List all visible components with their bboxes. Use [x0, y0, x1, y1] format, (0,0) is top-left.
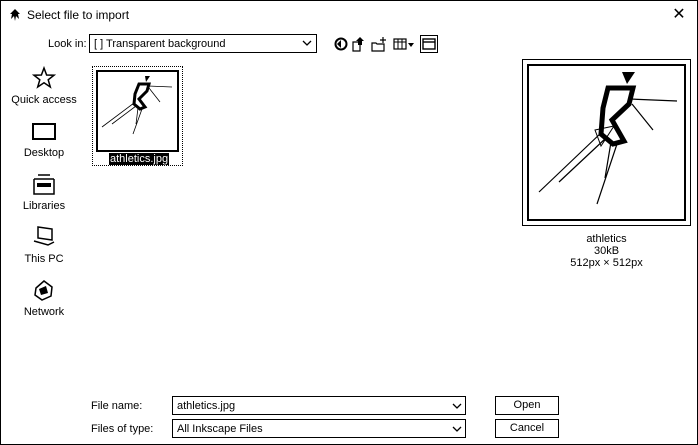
cancel-button[interactable]: Cancel	[495, 419, 559, 438]
file-type-field-label: Files of type:	[91, 423, 154, 435]
import-dialog: Select file to import ✕ Look in: [ ] Tra…	[0, 0, 698, 445]
chevron-down-icon	[452, 403, 462, 409]
look-in-dropdown[interactable]: [ ] Transparent background	[89, 34, 317, 53]
file-type-dropdown[interactable]: All Inkscape Files	[172, 419, 466, 438]
file-name-field-label: File name:	[91, 400, 143, 412]
view-menu-icon[interactable]	[392, 35, 416, 53]
close-button[interactable]: ✕	[669, 5, 689, 25]
athletics-thumbnail-image	[101, 76, 173, 135]
place-network[interactable]: Network	[9, 275, 79, 327]
preview-toggle-icon[interactable]	[420, 35, 438, 53]
new-folder-icon[interactable]	[370, 35, 388, 53]
star-icon	[32, 65, 56, 89]
place-quick-access[interactable]: Quick access	[9, 63, 79, 115]
place-label: Desktop	[23, 147, 65, 159]
computer-icon	[33, 226, 55, 246]
preview-dimensions: 512px × 512px	[570, 257, 643, 269]
place-desktop[interactable]: Desktop	[9, 116, 79, 168]
preview-file-size: 30kB	[593, 245, 620, 257]
desktop-icon	[32, 123, 56, 140]
back-icon[interactable]	[332, 35, 350, 53]
file-name-value: athletics.jpg	[177, 400, 236, 412]
chevron-down-icon	[452, 426, 462, 432]
place-label: This PC	[24, 253, 64, 265]
place-label: Network	[23, 306, 65, 318]
preview-panel	[522, 59, 691, 226]
network-icon	[34, 280, 53, 301]
file-name-label: athletics.jpg	[109, 153, 169, 165]
file-type-value: All Inkscape Files	[177, 423, 263, 435]
chevron-down-icon	[302, 40, 312, 46]
look-in-value: [ ] Transparent background	[94, 38, 226, 50]
title-bar: Select file to import ✕	[1, 1, 697, 29]
libraries-icon	[33, 174, 55, 195]
file-thumbnail	[96, 70, 179, 152]
file-name-input[interactable]: athletics.jpg	[172, 396, 466, 415]
up-folder-icon[interactable]	[350, 35, 368, 53]
file-item[interactable]: athletics.jpg	[92, 66, 183, 166]
athletics-preview-image	[538, 72, 678, 205]
look-in-label: Look in:	[48, 38, 87, 50]
place-this-pc[interactable]: This PC	[9, 222, 79, 274]
preview-image-frame	[527, 64, 686, 221]
preview-file-name: athletics	[586, 233, 627, 245]
open-button[interactable]: Open	[495, 396, 559, 415]
place-label: Libraries	[22, 200, 66, 212]
place-libraries[interactable]: Libraries	[9, 169, 79, 221]
dialog-title: Select file to import	[27, 8, 130, 22]
place-label: Quick access	[11, 94, 77, 106]
inkscape-icon	[10, 9, 20, 21]
